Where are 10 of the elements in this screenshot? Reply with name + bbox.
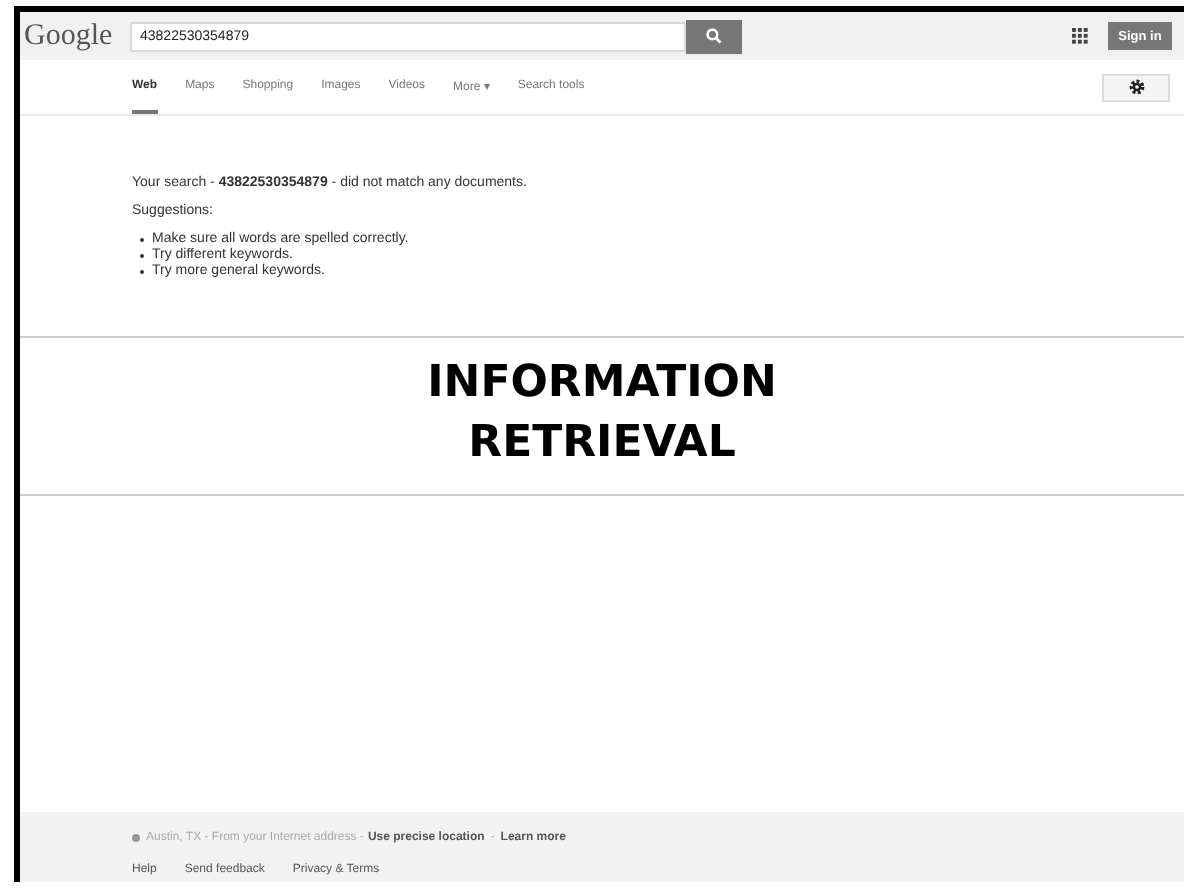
- search-button[interactable]: [686, 19, 742, 53]
- settings-icon: [1127, 78, 1145, 96]
- slide-title: INFORMATION: [427, 356, 777, 412]
- settings-button[interactable]: [1102, 73, 1170, 101]
- search-icon: [706, 28, 722, 44]
- location-dot-icon: [132, 833, 140, 841]
- grid-icon: [1072, 28, 1088, 44]
- logo[interactable]: Google: [24, 19, 130, 53]
- slide-title: RETRIEVAL: [468, 416, 736, 472]
- apps-button[interactable]: [1072, 28, 1088, 44]
